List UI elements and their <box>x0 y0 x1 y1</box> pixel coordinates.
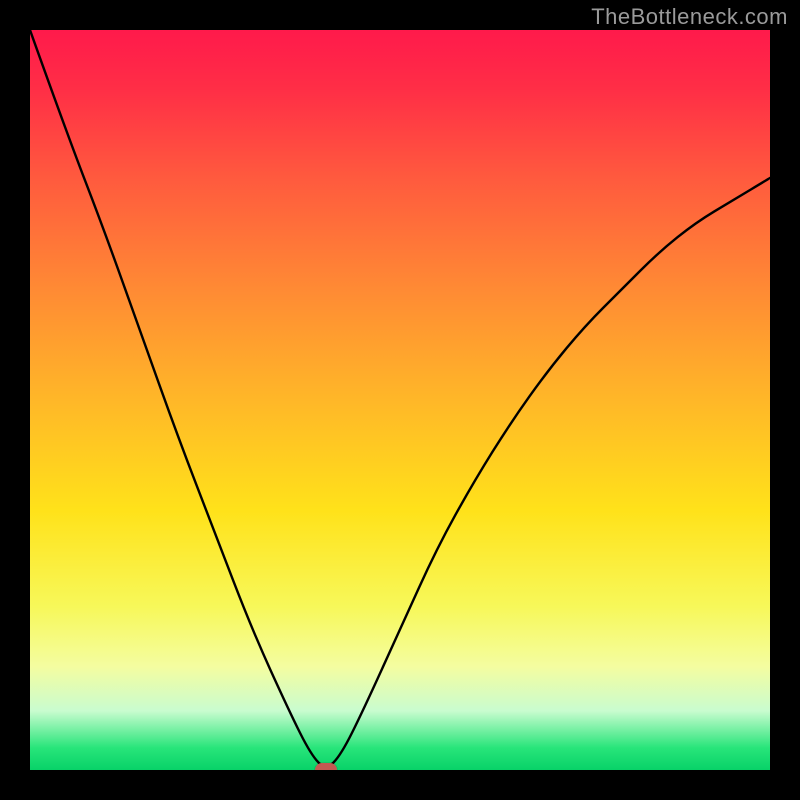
curve-svg <box>30 30 770 770</box>
chart-frame: TheBottleneck.com <box>0 0 800 800</box>
plot-area <box>30 30 770 770</box>
watermark-label: TheBottleneck.com <box>591 4 788 30</box>
bottleneck-curve <box>30 30 770 766</box>
